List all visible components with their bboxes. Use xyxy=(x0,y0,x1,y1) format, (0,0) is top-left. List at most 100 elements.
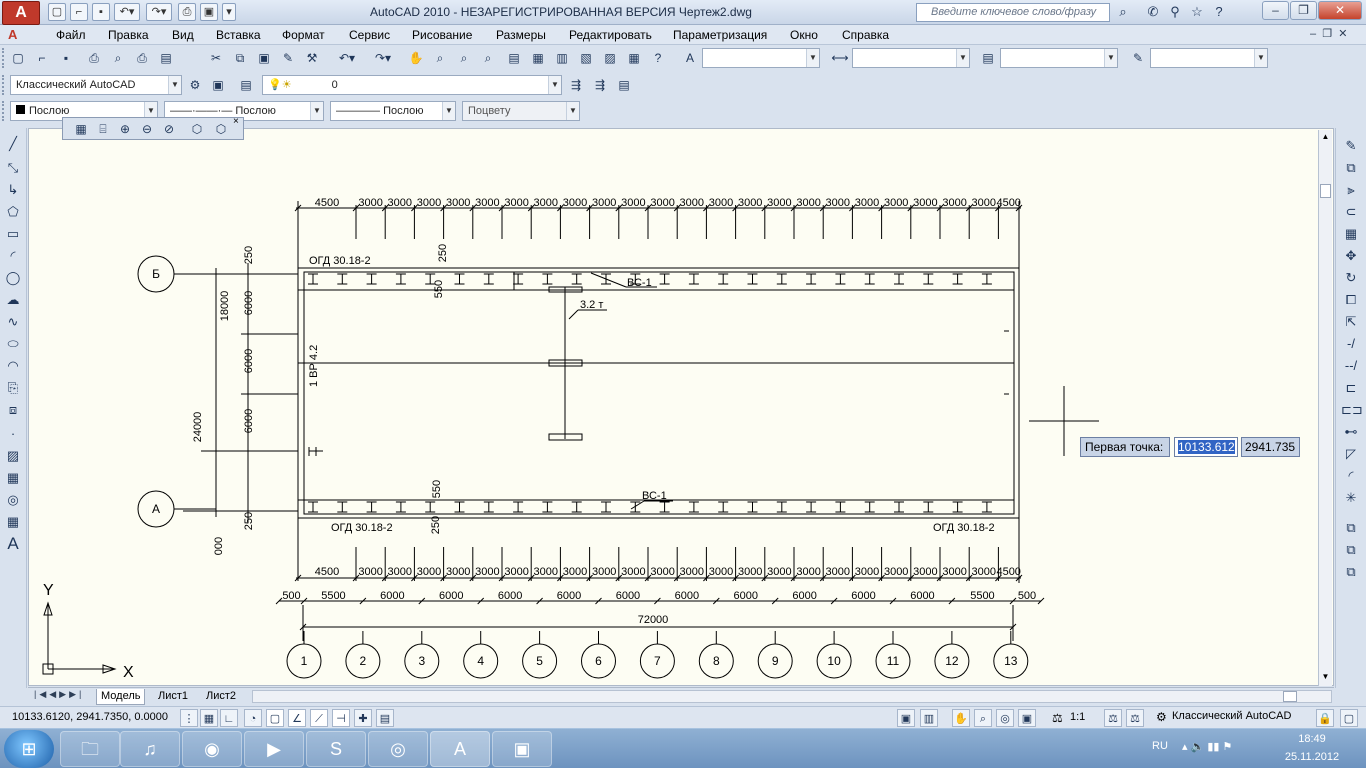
office-app-icon[interactable]: ▣ xyxy=(492,731,552,767)
layer-previous-icon[interactable]: ⇶ xyxy=(590,75,610,95)
clock-time[interactable]: 18:49 xyxy=(1282,733,1342,745)
rotate-icon[interactable]: ↻ xyxy=(1341,268,1361,288)
menu-edit[interactable]: Правка xyxy=(108,28,149,42)
mleader-style-select[interactable]: ▼ xyxy=(1150,48,1268,68)
break-icon[interactable]: ⊏⊐ xyxy=(1341,400,1363,420)
doc-window-controls[interactable]: – ❐ ✕ xyxy=(1310,27,1347,40)
offset-icon[interactable]: ⊂ xyxy=(1341,202,1361,222)
dyn-icon[interactable]: ⊣ xyxy=(332,709,350,727)
paste-icon[interactable]: ▣ xyxy=(254,48,274,68)
table-style-icon[interactable]: ▤ xyxy=(978,48,998,68)
ellipse-arc-icon[interactable]: ◠ xyxy=(3,356,23,376)
line-icon[interactable]: ╱ xyxy=(3,134,23,154)
qp-icon[interactable]: ▤ xyxy=(376,709,394,727)
extend-icon[interactable]: --/ xyxy=(1341,356,1361,376)
hscroll-thumb[interactable] xyxy=(1283,691,1297,702)
mirror-icon[interactable]: ⫸ xyxy=(1341,180,1361,200)
drawing-canvas[interactable]: 4500 3000 3000 3000 3000 3000 3000 3000 3000 3000… xyxy=(28,128,1334,686)
box-icon[interactable]: ▦ xyxy=(71,119,91,139)
copy-icon[interactable]: ⧉ xyxy=(230,48,250,68)
coordinates-display[interactable]: 10133.6120, 2941.7350, 0.0000 xyxy=(12,711,168,723)
zoom-realtime-icon[interactable]: ⌕ xyxy=(430,48,450,68)
undo-icon[interactable]: ↶▾ xyxy=(330,48,364,68)
pan-icon[interactable]: ✋ xyxy=(406,48,426,68)
tab-model[interactable]: Модель xyxy=(96,689,146,705)
trim-icon[interactable]: -/ xyxy=(1341,334,1361,354)
language-indicator[interactable]: RU xyxy=(1152,740,1168,752)
menu-window[interactable]: Окно xyxy=(790,28,818,42)
table-style-select[interactable]: ▼ xyxy=(1000,48,1118,68)
chrome-app-icon[interactable]: ◎ xyxy=(368,731,428,767)
hatch-icon[interactable]: ▨ xyxy=(3,446,23,466)
grid-icon[interactable]: ▦ xyxy=(200,709,218,727)
toolbar-grip[interactable] xyxy=(2,48,6,68)
plotstyle-select[interactable]: Поцвету ▼ xyxy=(462,101,580,121)
plot-icon[interactable]: ⎙ xyxy=(178,3,196,21)
point-icon[interactable]: · xyxy=(3,424,23,444)
tab-layout2[interactable]: Лист2 xyxy=(202,689,240,705)
save-icon[interactable]: ▪ xyxy=(92,3,110,21)
ellipse-icon[interactable]: ⬭ xyxy=(3,334,23,354)
menu-help[interactable]: Справка xyxy=(842,28,889,42)
vertical-scrollbar[interactable]: ▲ ▼ xyxy=(1318,130,1332,686)
array-icon[interactable]: ▦ xyxy=(1341,224,1361,244)
lineweight-select[interactable]: ———— Послою ▼ xyxy=(330,101,456,121)
insert-block-icon[interactable]: ⎘ xyxy=(3,378,23,398)
cut-icon[interactable]: ✂ xyxy=(206,48,226,68)
redo-icon[interactable]: ↷▾ xyxy=(366,48,400,68)
polygon-icon[interactable]: ⬠ xyxy=(3,202,23,222)
circle-icon[interactable]: ◯ xyxy=(3,268,23,288)
design-center-icon[interactable]: ▦ xyxy=(528,48,548,68)
3d-print-icon[interactable]: ▤ xyxy=(156,48,176,68)
layout-icon[interactable]: ▥ xyxy=(920,709,938,727)
block-editor-icon[interactable]: ⚒ xyxy=(302,48,322,68)
zoom-previous-icon[interactable]: ⌕ xyxy=(478,48,498,68)
menu-insert[interactable]: Вставка xyxy=(216,28,261,42)
erase-icon[interactable]: ✎ xyxy=(1341,136,1361,156)
dim-style-icon[interactable]: ⟷ xyxy=(830,48,850,68)
tab-layout1[interactable]: Лист1 xyxy=(154,689,192,705)
annotation-scale-icon[interactable]: ⚖ xyxy=(1052,711,1063,725)
favorites-icon[interactable]: ☆ xyxy=(1188,3,1206,21)
make-current-icon[interactable]: ⇶ xyxy=(566,75,586,95)
autocad-logo-button[interactable]: A xyxy=(2,1,40,25)
osnap-icon[interactable]: ▢ xyxy=(266,709,284,727)
start-button[interactable]: ⊞ xyxy=(4,730,54,768)
menu-file[interactable]: Файл xyxy=(56,28,86,42)
layer-states-icon[interactable]: ▤ xyxy=(614,75,634,95)
arc-icon[interactable]: ◜ xyxy=(3,246,23,266)
media-player-app-icon[interactable]: ▶ xyxy=(244,731,304,767)
horizontal-scrollbar[interactable] xyxy=(252,690,1332,703)
draworder-back-icon[interactable]: ⧉ xyxy=(1341,562,1361,582)
toolbar-grip[interactable] xyxy=(2,75,6,95)
preview-icon[interactable]: ⌕ xyxy=(108,48,128,68)
match-props-icon[interactable]: ✎ xyxy=(278,48,298,68)
layer-select[interactable]: 💡☀ 0 ▼ xyxy=(262,75,562,95)
properties-icon[interactable]: ▤ xyxy=(504,48,524,68)
menu-parametric[interactable]: Параметризация xyxy=(673,28,767,42)
lineweight-icon[interactable]: ✚ xyxy=(354,709,372,727)
dim-style-select[interactable]: ▼ xyxy=(852,48,970,68)
layer-properties-icon[interactable]: ▤ xyxy=(236,75,256,95)
tab-nav-arrows[interactable]: |◀◀▶▶| xyxy=(34,689,84,700)
tool-palettes-icon[interactable]: ▥ xyxy=(552,48,572,68)
fillet-icon[interactable]: ◜ xyxy=(1341,466,1361,486)
zoom-status-icon[interactable]: ⌕ xyxy=(974,709,992,727)
workspace-gear-icon[interactable]: ⚙ xyxy=(1156,710,1167,724)
move-icon[interactable]: ✥ xyxy=(1341,246,1361,266)
maximize-button[interactable]: ❐ xyxy=(1290,1,1317,20)
workspace-icon[interactable]: ▣ xyxy=(200,3,218,21)
menu-draw[interactable]: Рисование xyxy=(412,28,472,42)
qa-dropdown-icon[interactable]: ▾ xyxy=(222,3,236,21)
scroll-down-icon[interactable]: ▼ xyxy=(1320,672,1331,683)
autocad-app-icon[interactable]: A xyxy=(430,731,490,767)
annotation-visibility-icon[interactable]: ⚖ xyxy=(1104,709,1122,727)
snap-icon[interactable]: ⋮ xyxy=(180,709,198,727)
chamfer-icon[interactable]: ◸ xyxy=(1341,444,1361,464)
scale-icon[interactable]: ⧠ xyxy=(1341,290,1361,310)
markup-icon[interactable]: ▨ xyxy=(600,48,620,68)
firefox-app-icon[interactable]: ◉ xyxy=(182,731,242,767)
communication-icon[interactable]: ✆ xyxy=(1144,3,1162,21)
help-icon[interactable]: ? xyxy=(1210,3,1228,21)
undo-icon[interactable]: ↶▾ xyxy=(114,3,140,21)
